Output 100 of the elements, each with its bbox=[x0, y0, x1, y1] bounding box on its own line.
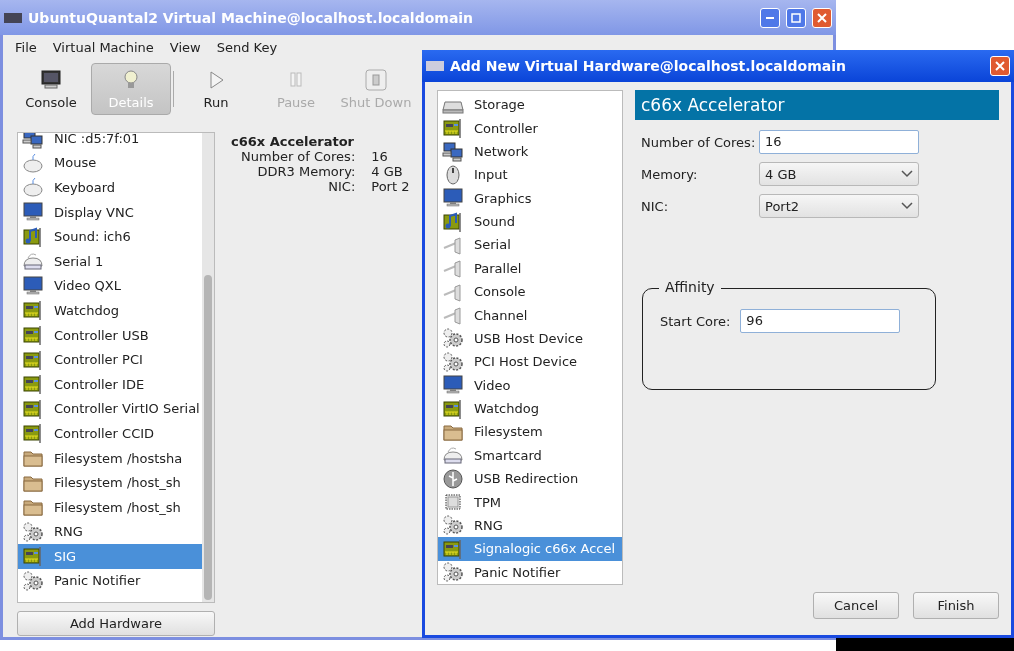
mouse-icon bbox=[22, 176, 44, 199]
expansion-card-icon bbox=[22, 422, 44, 445]
gears-icon bbox=[442, 350, 464, 373]
expansion-card-icon bbox=[22, 348, 44, 371]
maximize-button[interactable] bbox=[786, 7, 806, 28]
hardware-list-item[interactable]: Controller USB bbox=[18, 322, 202, 348]
maximize-icon bbox=[791, 12, 801, 23]
hardware-list-item[interactable]: Keyboard bbox=[18, 175, 202, 200]
add-hardware-button[interactable]: Add Hardware bbox=[17, 611, 215, 636]
gears-icon bbox=[22, 570, 44, 592]
plug-cable-icon bbox=[442, 257, 464, 280]
input-field[interactable]: 96 bbox=[740, 309, 901, 333]
input-field[interactable]: 16 bbox=[759, 130, 919, 154]
monitor-icon bbox=[442, 374, 464, 397]
section-header: c66x Accelerator bbox=[635, 90, 999, 120]
hardware-list-item[interactable]: Graphics bbox=[438, 186, 622, 210]
detail-value: 4 GB bbox=[371, 164, 404, 179]
dialog-button[interactable]: Finish bbox=[913, 592, 999, 619]
hardware-list-item[interactable]: USB Redirection bbox=[438, 467, 622, 491]
mouse-icon bbox=[22, 151, 44, 174]
field-label: Memory: bbox=[641, 166, 699, 182]
frame-legend: Affinity bbox=[659, 279, 721, 295]
hardware-list-item[interactable]: Watchdog bbox=[18, 298, 202, 323]
hardware-list-item[interactable]: Channel bbox=[438, 303, 622, 327]
hardware-list-item[interactable]: Controller bbox=[438, 116, 622, 140]
toolbar-button[interactable]: Console bbox=[11, 63, 91, 115]
menu-item[interactable]: Send Key bbox=[208, 37, 286, 58]
chevron-icon bbox=[901, 202, 913, 210]
hardware-list-item[interactable]: Panic Notifier bbox=[438, 560, 622, 584]
menu-item[interactable]: View bbox=[161, 37, 209, 58]
hardware-list-item[interactable]: TPM bbox=[438, 490, 622, 514]
chevron-icon bbox=[901, 170, 913, 178]
expansion-card-icon bbox=[22, 373, 44, 396]
hardware-list-item[interactable]: Serial bbox=[438, 233, 622, 257]
hardware-list-item[interactable]: Network bbox=[438, 139, 622, 164]
hardware-list-item[interactable]: Filesystem /host_sh bbox=[18, 494, 202, 520]
close-button[interactable] bbox=[990, 56, 1010, 76]
hardware-list-item[interactable]: Storage bbox=[438, 93, 622, 117]
hardware-list-item[interactable]: Sound: ich6 bbox=[18, 224, 202, 249]
hardware-list-item[interactable]: Filesystem bbox=[438, 420, 622, 444]
hardware-list-item[interactable]: Mouse bbox=[18, 150, 202, 176]
dropdown[interactable]: 4 GB bbox=[759, 162, 919, 186]
hardware-list-item[interactable]: Video bbox=[438, 373, 622, 397]
hardware-list-item[interactable]: Parallel bbox=[438, 256, 622, 280]
hardware-list-item[interactable]: Controller VirtIO Serial bbox=[18, 396, 202, 422]
gears-icon bbox=[22, 520, 44, 543]
hardware-list-item[interactable]: USB Host Device bbox=[438, 326, 622, 351]
hardware-list-item[interactable]: Serial 1 bbox=[18, 248, 202, 274]
app-icon bbox=[4, 12, 22, 23]
detail-value: Port 2 bbox=[371, 179, 410, 194]
expansion-card-icon bbox=[22, 397, 44, 420]
minimize-button[interactable] bbox=[760, 7, 780, 28]
expansion-card-icon bbox=[442, 397, 464, 420]
hardware-list-item[interactable]: Display VNC bbox=[18, 199, 202, 225]
dialog-button[interactable]: Cancel bbox=[813, 592, 899, 619]
network-computers-icon bbox=[442, 140, 464, 163]
hardware-list-item[interactable]: RNG bbox=[438, 513, 622, 538]
hardware-list-item[interactable]: Video QXL bbox=[18, 273, 202, 299]
serial-port-icon bbox=[442, 444, 464, 467]
usb-icon bbox=[442, 467, 464, 490]
hardware-list-item[interactable]: Console bbox=[438, 280, 622, 304]
expansion-card-icon bbox=[22, 324, 44, 347]
hardware-list-item[interactable]: Filesystem /host_sh bbox=[18, 470, 202, 495]
menu-item[interactable]: File bbox=[7, 37, 45, 58]
hardware-list-item[interactable]: RNG bbox=[18, 519, 202, 545]
hardware-list-item[interactable]: Watchdog bbox=[438, 396, 622, 421]
expansion-card-icon bbox=[442, 537, 464, 560]
hardware-list-item[interactable]: Filesystem /hostsha bbox=[18, 445, 202, 471]
expansion-card-icon bbox=[442, 117, 464, 140]
monitor-icon bbox=[22, 274, 44, 297]
hardware-list-item[interactable]: Sound bbox=[438, 209, 622, 234]
dialog-title: Add New Virtual Hardware@localhost.localdomain bbox=[450, 58, 847, 74]
monitor-icon bbox=[40, 68, 62, 91]
hardware-list-item[interactable]: Controller PCI bbox=[18, 347, 202, 372]
hardware-list-item[interactable]: Input bbox=[438, 163, 622, 187]
close-icon bbox=[995, 61, 1005, 71]
hardware-list-item[interactable]: Controller CCID bbox=[18, 421, 202, 446]
hardware-list-item[interactable]: Panic Notifier bbox=[18, 568, 202, 594]
monitor-icon bbox=[442, 187, 464, 210]
sound-card-icon bbox=[22, 225, 44, 248]
gears-icon bbox=[442, 514, 464, 537]
detail-value: 16 bbox=[371, 149, 389, 164]
field-label: Start Core: bbox=[660, 313, 731, 329]
dropdown[interactable]: Port2 bbox=[759, 194, 919, 218]
toolbar-button[interactable]: Run bbox=[176, 63, 256, 115]
scrollbar-thumb[interactable] bbox=[204, 275, 212, 600]
minimize-icon bbox=[766, 16, 774, 19]
hardware-list-item[interactable]: Smartcard bbox=[438, 443, 622, 467]
expansion-card-icon bbox=[22, 299, 44, 322]
sound-card-icon bbox=[442, 210, 464, 233]
detail-label: Number of Cores: bbox=[240, 149, 356, 164]
monitor-icon bbox=[22, 201, 44, 224]
app-icon bbox=[426, 61, 444, 71]
menu-item[interactable]: Virtual Machine bbox=[44, 37, 162, 58]
close-button[interactable] bbox=[812, 7, 832, 28]
serial-port-icon bbox=[22, 250, 44, 273]
details-title: c66x Accelerator bbox=[231, 134, 355, 149]
hardware-list-item[interactable]: PCI Host Device bbox=[438, 350, 622, 374]
hardware-list-item[interactable]: NIC :d5:7f:01 bbox=[18, 133, 202, 151]
hardware-list-item[interactable]: Controller IDE bbox=[18, 371, 202, 397]
